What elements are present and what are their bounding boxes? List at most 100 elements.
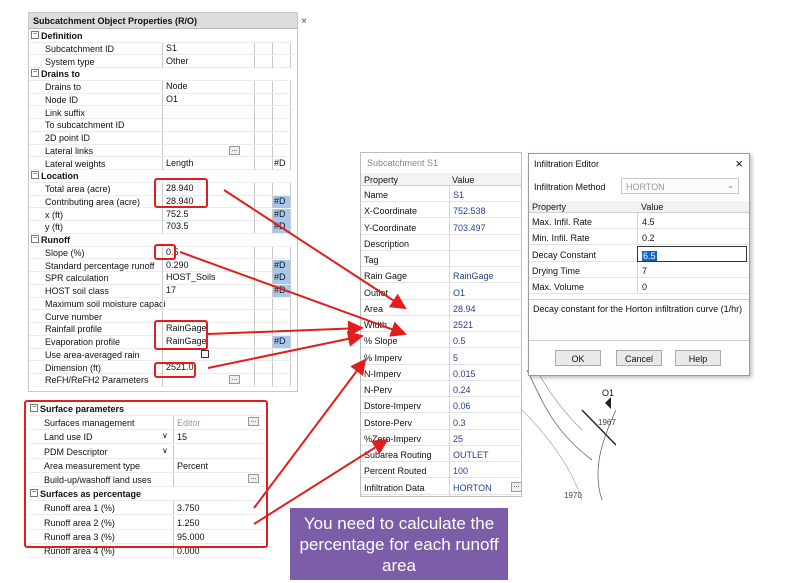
swmm-property-row[interactable]: Dstore-Imperv 0.06 — [361, 397, 521, 414]
property-value[interactable]: 2521 — [449, 316, 521, 332]
swmm-property-row[interactable]: Rain Gage RainGage — [361, 267, 521, 284]
property-value[interactable]: 0.000 — [173, 544, 263, 557]
swmm-property-row[interactable]: Name S1 — [361, 186, 521, 203]
ok-button[interactable]: OK — [555, 350, 601, 366]
swmm-property-row[interactable]: Y-Coordinate 703.497 — [361, 218, 521, 235]
property-value[interactable]: 7 — [637, 261, 747, 278]
property-value[interactable] — [162, 106, 254, 119]
swmm-property-row[interactable]: Infiltration Data HORTON... — [361, 478, 521, 495]
collapse-icon[interactable]: − — [31, 69, 39, 78]
property-row[interactable]: x (ft) 752.5 #D — [29, 208, 291, 222]
property-value[interactable]: O1 — [162, 93, 254, 106]
collapse-icon[interactable]: − — [30, 489, 38, 498]
property-row[interactable]: Standard percentage runoff 0.290 #D — [29, 259, 291, 273]
collapse-icon[interactable]: − — [30, 404, 38, 412]
property-value[interactable]: RainGage — [449, 267, 521, 284]
property-value[interactable]: 6.5 — [637, 245, 747, 262]
property-value[interactable]: 17 — [162, 285, 254, 297]
property-row[interactable]: HOST soil class 17 #D — [29, 285, 291, 298]
property-value[interactable]: 2521.0 — [162, 361, 254, 374]
property-value[interactable]: 0.24 — [449, 381, 521, 397]
swmm-property-row[interactable]: X-Coordinate 752.538 — [361, 202, 521, 219]
property-value[interactable]: Percent — [173, 458, 263, 472]
swmm-property-row[interactable]: Dstore-Perv 0.3 — [361, 413, 521, 430]
collapse-icon[interactable]: − — [31, 171, 39, 180]
property-value[interactable]: 28.94 — [449, 299, 521, 316]
property-row[interactable]: SPR calculation HOST_Soils #D — [29, 272, 291, 285]
property-row[interactable]: Runoff area 4 (%) 0.000 — [28, 544, 264, 558]
property-row[interactable]: Area measurement type Percent — [28, 458, 264, 473]
infiltration-row[interactable]: Decay Constant 6.5 — [529, 245, 749, 262]
property-value[interactable]: 100 — [449, 462, 521, 479]
property-row[interactable]: Land use ID ∨ 15 — [28, 430, 264, 445]
swmm-property-row[interactable]: Tag — [361, 251, 521, 268]
property-value[interactable] — [173, 444, 263, 458]
property-value[interactable]: 752.5 — [162, 208, 254, 221]
property-value[interactable] — [162, 132, 254, 144]
property-row[interactable]: Surfaces management Editor... — [28, 416, 264, 431]
close-icon[interactable]: × — [301, 16, 307, 27]
property-row[interactable]: System type Other — [29, 55, 291, 69]
property-row[interactable]: Lateral weights Length #D — [29, 157, 291, 171]
property-value[interactable]: 0.5 — [162, 246, 254, 259]
swmm-property-row[interactable]: Description — [361, 234, 521, 251]
property-value[interactable]: 15 — [173, 430, 263, 444]
property-value[interactable] — [162, 144, 254, 157]
property-row[interactable]: Runoff area 3 (%) 95.000 — [28, 529, 264, 544]
property-row[interactable]: ReFH/ReFH2 Parameters... — [29, 374, 291, 387]
property-value[interactable] — [162, 119, 254, 132]
property-row[interactable]: Use area-averaged rain — [29, 348, 291, 362]
property-value[interactable]: 0.06 — [449, 397, 521, 414]
swmm-property-row[interactable]: Width 2521 — [361, 316, 521, 333]
ellipsis-button[interactable]: ... — [248, 417, 259, 427]
property-row[interactable]: Build-up/washoff land uses... — [28, 473, 264, 487]
swmm-property-row[interactable]: % Imperv 5 — [361, 348, 521, 365]
property-value[interactable]: 28.940 — [162, 195, 254, 208]
infiltration-row[interactable]: Min. Infil. Rate 0.2 — [529, 229, 749, 246]
infiltration-row[interactable]: Max. Volume 0 — [529, 278, 749, 295]
property-value[interactable]: S1 — [162, 42, 254, 55]
property-value[interactable]: 752.538 — [449, 202, 521, 219]
property-row[interactable]: Dimension (ft) 2521.0 — [29, 361, 291, 375]
property-value[interactable] — [449, 251, 521, 267]
swmm-property-row[interactable]: Outlet O1 — [361, 283, 521, 300]
property-value[interactable]: 25 — [449, 429, 521, 446]
close-icon[interactable]: × — [735, 156, 743, 171]
property-value[interactable] — [449, 234, 521, 251]
property-value[interactable] — [162, 297, 254, 310]
swmm-property-row[interactable]: Subarea Routing OUTLET — [361, 446, 521, 463]
property-row[interactable]: To subcatchment ID — [29, 119, 291, 132]
property-value[interactable]: HOST_Soils — [162, 272, 254, 285]
collapse-icon[interactable]: − — [31, 235, 39, 243]
swmm-property-row[interactable]: % Slope 0.5 — [361, 332, 521, 349]
swmm-property-row[interactable]: N-Imperv 0.015 — [361, 364, 521, 381]
chevron-down-icon[interactable]: ∨ — [162, 446, 168, 455]
property-row[interactable]: Curve number — [29, 310, 291, 324]
property-row[interactable]: Contributing area (acre) 28.940 #D — [29, 195, 291, 209]
property-value[interactable]: Other — [162, 55, 254, 68]
property-row[interactable]: Runoff area 2 (%) 1.250 — [28, 515, 264, 530]
checkbox[interactable] — [201, 349, 209, 358]
ellipsis-button[interactable]: ... — [229, 145, 240, 155]
property-row[interactable]: Rainfall profile RainGage — [29, 323, 291, 336]
property-row[interactable]: y (ft) 703.5 #D — [29, 221, 291, 234]
property-value[interactable]: 4.5 — [637, 213, 747, 229]
property-row[interactable]: Lateral links... — [29, 144, 291, 158]
ellipsis-button[interactable]: ... — [511, 481, 521, 492]
property-row[interactable]: Node ID O1 — [29, 93, 291, 107]
infiltration-row[interactable]: Drying Time 7 — [529, 261, 749, 278]
property-value[interactable]: S1 — [449, 186, 521, 202]
property-value[interactable]: O1 — [449, 283, 521, 300]
property-value[interactable]: 1.250 — [173, 515, 263, 529]
property-value[interactable]: 703.5 — [162, 221, 254, 234]
property-value[interactable]: 0.2 — [637, 229, 747, 246]
infiltration-row[interactable]: Max. Infil. Rate 4.5 — [529, 213, 749, 230]
property-value[interactable] — [162, 310, 254, 323]
cancel-button[interactable]: Cancel — [616, 350, 662, 366]
ellipsis-button[interactable]: ... — [229, 375, 240, 385]
property-value[interactable]: 3.750 — [173, 501, 263, 515]
property-value[interactable]: 0.3 — [449, 413, 521, 430]
property-value[interactable]: Node — [162, 81, 254, 93]
chevron-down-icon[interactable]: ∨ — [162, 431, 168, 440]
swmm-property-row[interactable]: GroundwaterNO — [361, 494, 521, 496]
